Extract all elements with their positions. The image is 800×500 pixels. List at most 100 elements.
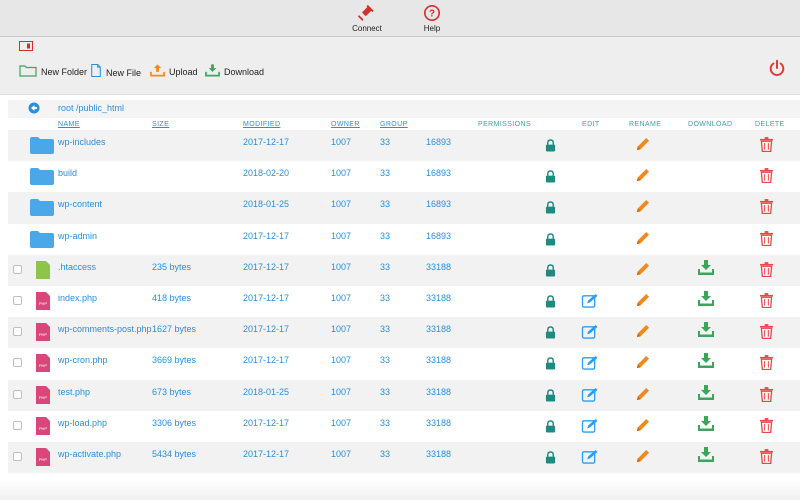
lock-icon[interactable] bbox=[545, 357, 556, 372]
column-rename: RENAME bbox=[629, 121, 662, 128]
download-icon[interactable] bbox=[697, 290, 715, 309]
question-circle-icon: ? bbox=[423, 4, 441, 22]
download-icon[interactable] bbox=[697, 353, 715, 371]
download-icon[interactable] bbox=[697, 415, 715, 434]
pencil-icon[interactable] bbox=[635, 199, 650, 216]
file-name[interactable]: index.php bbox=[58, 293, 97, 303]
trash-icon[interactable] bbox=[760, 355, 773, 372]
pencil-icon[interactable] bbox=[635, 262, 650, 279]
edit-icon[interactable] bbox=[581, 418, 599, 435]
file-name[interactable]: wp-includes bbox=[58, 137, 106, 147]
edit-icon[interactable] bbox=[581, 293, 599, 310]
table-row[interactable]: wp-admin 2017-12-17 1007 33 16893 bbox=[8, 224, 800, 255]
column-name[interactable]: NAME bbox=[58, 121, 80, 128]
row-checkbox[interactable] bbox=[13, 389, 22, 399]
pencil-icon[interactable] bbox=[635, 293, 650, 310]
pencil-icon[interactable] bbox=[635, 418, 650, 435]
file-permissions: 33188 bbox=[426, 355, 452, 366]
lock-icon[interactable] bbox=[545, 419, 556, 435]
download-icon[interactable] bbox=[697, 322, 715, 340]
file-group: 33 bbox=[380, 292, 391, 303]
trash-icon[interactable] bbox=[760, 230, 773, 248]
lock-icon[interactable] bbox=[545, 170, 556, 185]
file-name[interactable]: wp-comments-post.php bbox=[58, 324, 152, 334]
trash-icon[interactable] bbox=[760, 199, 773, 216]
column-group[interactable]: GROUP bbox=[380, 121, 408, 128]
table-row[interactable]: wp-includes 2017-12-17 1007 33 16893 bbox=[8, 130, 800, 162]
table-row[interactable]: wp-content 2018-01-25 1007 33 16893 bbox=[8, 192, 800, 224]
table-row[interactable]: PHP test.php 673 bytes 2018-01-25 1007 33 3318… bbox=[8, 379, 800, 411]
lock-icon[interactable] bbox=[545, 232, 556, 248]
download-icon[interactable] bbox=[697, 384, 715, 403]
table-row[interactable]: PHP wp-activate.php 5434 bytes 2017-12-17 10… bbox=[8, 441, 800, 474]
pencil-icon[interactable] bbox=[635, 231, 650, 248]
trash-icon[interactable] bbox=[760, 137, 773, 154]
pencil-icon[interactable] bbox=[635, 449, 650, 466]
download-icon bbox=[205, 64, 220, 77]
file-name[interactable]: wp-load.php bbox=[58, 418, 107, 428]
download-icon[interactable] bbox=[697, 259, 715, 278]
trash-icon[interactable] bbox=[760, 386, 773, 404]
download-button[interactable]: Download bbox=[205, 63, 264, 77]
file-permissions: 33188 bbox=[426, 417, 452, 428]
pencil-icon[interactable] bbox=[635, 324, 650, 341]
help-button[interactable]: ? Help bbox=[402, 4, 462, 33]
edit-icon[interactable] bbox=[581, 324, 599, 341]
table-row[interactable]: build 2018-02-20 1007 33 16893 bbox=[8, 161, 800, 192]
new-folder-button[interactable]: New Folder bbox=[19, 63, 87, 77]
connect-button[interactable]: Connect bbox=[337, 4, 397, 33]
trash-icon[interactable] bbox=[760, 448, 773, 466]
trash-icon[interactable] bbox=[760, 293, 773, 310]
new-file-button[interactable]: New File bbox=[90, 63, 141, 78]
file-name[interactable]: build bbox=[58, 168, 77, 178]
row-checkbox[interactable] bbox=[13, 420, 22, 430]
table-row[interactable]: PHP wp-load.php 3306 bytes 2017-12-17 1007 33… bbox=[8, 411, 800, 442]
pencil-icon[interactable] bbox=[635, 387, 650, 404]
trash-icon[interactable] bbox=[760, 417, 773, 435]
edit-icon[interactable] bbox=[581, 355, 599, 372]
lock-icon[interactable] bbox=[545, 326, 556, 341]
panel-toggle-icon[interactable] bbox=[19, 41, 33, 51]
file-name[interactable]: wp-cron.php bbox=[58, 355, 108, 365]
edit-icon[interactable] bbox=[581, 449, 599, 466]
arrow-circle-left-icon[interactable] bbox=[28, 102, 40, 114]
table-row[interactable]: PHP index.php 418 bytes 2017-12-17 1007 33 331… bbox=[8, 286, 800, 317]
file-modified: 2017-12-17 bbox=[243, 324, 290, 335]
download-icon[interactable] bbox=[697, 446, 715, 465]
file-name[interactable]: wp-activate.php bbox=[58, 449, 121, 459]
row-checkbox[interactable] bbox=[13, 295, 22, 305]
table-row[interactable]: .htaccess 235 bytes 2017-12-17 1007 33 33188 bbox=[8, 254, 800, 286]
row-checkbox[interactable] bbox=[13, 327, 22, 337]
file-name[interactable]: test.php bbox=[58, 387, 90, 397]
file-group: 33 bbox=[380, 261, 391, 272]
lock-icon[interactable] bbox=[545, 451, 556, 466]
lock-icon[interactable] bbox=[545, 388, 556, 404]
pencil-icon[interactable] bbox=[635, 137, 650, 154]
column-modified[interactable]: MODIFIED bbox=[243, 121, 280, 128]
trash-icon[interactable] bbox=[760, 168, 773, 185]
lock-icon[interactable] bbox=[545, 295, 556, 310]
file-name[interactable]: wp-content bbox=[58, 199, 102, 209]
table-row[interactable]: PHP wp-comments-post.php 1627 bytes 2017-12… bbox=[8, 317, 800, 349]
row-checkbox[interactable] bbox=[13, 358, 22, 368]
lock-icon[interactable] bbox=[545, 201, 556, 216]
row-checkbox[interactable] bbox=[13, 451, 22, 461]
column-size[interactable]: SIZE bbox=[152, 121, 169, 128]
file-name[interactable]: .htaccess bbox=[58, 262, 96, 272]
table-row[interactable]: PHP wp-cron.php 3669 bytes 2017-12-17 1007 33… bbox=[8, 348, 800, 379]
download-label: Download bbox=[224, 67, 265, 77]
file-owner: 1007 bbox=[331, 230, 352, 241]
trash-icon[interactable] bbox=[760, 324, 773, 341]
row-checkbox[interactable] bbox=[13, 264, 22, 274]
power-icon[interactable] bbox=[768, 59, 786, 77]
pencil-icon[interactable] bbox=[635, 168, 650, 185]
trash-icon[interactable] bbox=[760, 261, 773, 279]
lock-icon[interactable] bbox=[545, 264, 556, 279]
edit-icon[interactable] bbox=[581, 387, 599, 404]
pencil-icon[interactable] bbox=[635, 355, 650, 372]
upload-button[interactable]: Upload bbox=[150, 63, 198, 77]
lock-icon[interactable] bbox=[545, 139, 556, 154]
column-owner[interactable]: OWNER bbox=[331, 121, 360, 128]
file-name[interactable]: wp-admin bbox=[58, 231, 97, 241]
file-permissions: 16893 bbox=[426, 230, 452, 241]
